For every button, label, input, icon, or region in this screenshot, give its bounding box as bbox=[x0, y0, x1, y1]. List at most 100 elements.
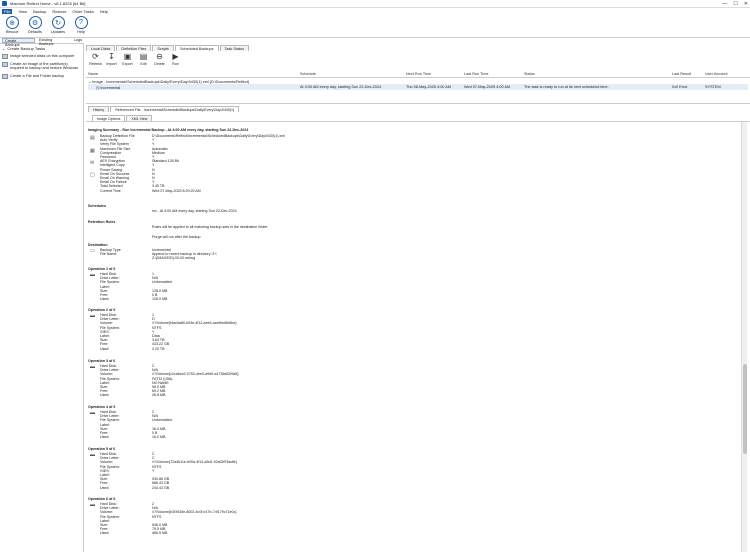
column-last-run[interactable]: Last Run Time bbox=[464, 72, 488, 76]
rescue-button[interactable]: ⊕ Rescue bbox=[2, 16, 22, 37]
delete-label: Delete bbox=[154, 62, 165, 66]
disk-icon bbox=[2, 54, 8, 59]
operation-field-value: Unformatted bbox=[152, 418, 172, 423]
destination-icon: ▭ bbox=[90, 248, 95, 254]
tab-task-status[interactable]: Task Status bbox=[219, 45, 250, 51]
operation-field-value: Y bbox=[152, 468, 155, 473]
menu-backup[interactable]: Backup bbox=[33, 9, 46, 14]
hard-disk-icon: ▬ bbox=[90, 410, 95, 416]
maximize-button[interactable]: ☐ bbox=[733, 1, 737, 7]
scrollbar-thumb[interactable] bbox=[743, 364, 747, 454]
option-value: Wed 07-May-2025 8:29:25 AM bbox=[152, 188, 201, 193]
tab-scheduled-backups[interactable]: Scheduled Backups bbox=[174, 45, 219, 51]
operation-title: Operation 4 of 6 bbox=[88, 405, 116, 409]
operation-field-key: Used: bbox=[100, 435, 110, 440]
column-last-result[interactable]: Last Result bbox=[672, 72, 691, 76]
operation-field-key: Used: bbox=[100, 531, 110, 536]
destination-key: File Name bbox=[100, 252, 117, 257]
run-button[interactable]: ▶ Run bbox=[168, 52, 183, 72]
imaging-summary: Imaging Summary - Run Incremental Backup… bbox=[86, 122, 740, 552]
export-label: Export bbox=[122, 62, 133, 66]
menu-file[interactable]: File bbox=[2, 9, 13, 14]
edit-icon: ▤ bbox=[139, 52, 148, 61]
minimize-button[interactable]: — bbox=[722, 1, 727, 7]
header-divider bbox=[86, 77, 750, 78]
tab-referenced-file[interactable]: Referenced File - Incremental\ScheduledB… bbox=[110, 106, 240, 112]
collapse-icon[interactable]: ⌄ bbox=[2, 46, 5, 51]
tab-history[interactable]: History bbox=[88, 106, 110, 112]
option-key: Current Time bbox=[100, 188, 121, 193]
destination-title: Destination bbox=[88, 243, 108, 247]
task-file-folder-backup[interactable]: Create a File and Folder backup bbox=[2, 73, 81, 79]
hard-disk-icon: ▬ bbox=[90, 313, 95, 319]
tab-definition-files[interactable]: Definition Files bbox=[116, 45, 152, 51]
hard-disk-icon: ▬ bbox=[90, 364, 95, 370]
operation-field-value: 244.43 GB bbox=[152, 485, 170, 490]
menu-help[interactable]: Help bbox=[100, 9, 108, 14]
import-label: Import bbox=[106, 62, 117, 66]
menu-restore[interactable]: Restore bbox=[52, 9, 66, 14]
help-button[interactable]: ? Help bbox=[71, 16, 91, 37]
run-icon: ▶ bbox=[172, 52, 179, 61]
tab-scripts[interactable]: Scripts bbox=[152, 45, 174, 51]
hard-disk-icon: ▬ bbox=[90, 452, 95, 458]
operation-field-value: 16.0 MB bbox=[152, 435, 166, 440]
operation-field-value: 466.5 MB bbox=[152, 531, 168, 536]
help-label: Help bbox=[77, 30, 85, 34]
tab-local-disks[interactable]: Local Disks bbox=[86, 45, 116, 51]
export-button[interactable]: ▣ Export bbox=[120, 52, 135, 72]
task-image-selected-disks[interactable]: Image selected disks on this computer bbox=[2, 54, 81, 59]
refresh-icon: ⟳ bbox=[92, 52, 99, 61]
windows-disk-icon bbox=[2, 62, 8, 67]
operation-field-key: Used: bbox=[100, 485, 110, 490]
retention-title: Retention Rules bbox=[88, 220, 116, 224]
operation-field-value: \\?\Volume{b3f3935e-8002-4c0f-b17b-74f17… bbox=[152, 510, 237, 515]
splitter[interactable] bbox=[86, 103, 750, 104]
column-next-run[interactable]: Next Run Time bbox=[406, 72, 431, 76]
delete-button[interactable]: ⊖ Delete bbox=[152, 52, 167, 72]
help-icon: ? bbox=[74, 16, 88, 29]
operation-field-value: \\?\Volume{f4ac6a80-b09e-4f12-aee5-cea9b… bbox=[152, 321, 237, 326]
task-label: Create an image of the partition(s) requ… bbox=[10, 62, 79, 71]
column-name[interactable]: Name bbox=[88, 72, 98, 76]
retention-rule-2: Purge will run after the backup bbox=[152, 235, 201, 239]
tab-create-backups[interactable]: Create Backups bbox=[2, 38, 35, 47]
task-image-windows[interactable]: Create an image of the partition(s) requ… bbox=[2, 62, 81, 71]
schedule-row-next: Thu 08-May-2025 4:00 AM bbox=[406, 85, 451, 89]
lock-icon: ▦ bbox=[90, 148, 95, 154]
operation-title: Operation 1 of 6 bbox=[88, 267, 116, 271]
menu-view[interactable]: View bbox=[18, 9, 27, 14]
destination-value: Z:\{IMAGEID}-00-00.mrimg bbox=[152, 256, 196, 261]
column-status[interactable]: Status bbox=[524, 72, 535, 76]
hard-disk-icon: ▬ bbox=[90, 272, 95, 278]
menu-bar: File View Backup Restore Other Tasks Hel… bbox=[0, 8, 750, 15]
updates-button[interactable]: ↻ Updates bbox=[48, 16, 68, 37]
updates-label: Updates bbox=[50, 30, 66, 34]
operation-field-value: 3.20 TB bbox=[152, 346, 165, 351]
menu-other-tasks[interactable]: Other Tasks bbox=[72, 9, 93, 14]
summary-heading: Imaging Summary - Run Incremental Backup… bbox=[88, 128, 249, 132]
document-icon: ▤ bbox=[90, 135, 95, 141]
schedule-row-name[interactable]: ◷ Incremental bbox=[96, 85, 120, 90]
schedule-row-account: SYSTEM bbox=[705, 85, 721, 89]
tab-existing-backups[interactable]: Existing Backups bbox=[37, 38, 70, 46]
operation-title: Operation 5 of 6 bbox=[88, 447, 116, 451]
main-tabs: Local Disks Definition Files Scripts Sch… bbox=[86, 45, 250, 51]
refresh-button[interactable]: ⟳ Refresh bbox=[88, 52, 103, 72]
folder-icon bbox=[2, 73, 8, 79]
run-label: Run bbox=[172, 62, 179, 66]
close-button[interactable]: ✕ bbox=[744, 1, 748, 7]
tab-logs[interactable]: Logs bbox=[72, 38, 84, 43]
edit-button[interactable]: ▤ Edit bbox=[136, 52, 151, 72]
schedule-row-last: Wed 07-May-2025 4:00 AM bbox=[464, 85, 511, 89]
title-bar: Macrium Reflect Home - v8.1.8325 [64 Bit… bbox=[0, 0, 750, 8]
import-button[interactable]: ↧ Import bbox=[104, 52, 119, 72]
column-schedule[interactable]: Schedule bbox=[300, 72, 316, 76]
vertical-scrollbar[interactable] bbox=[741, 122, 747, 552]
updates-icon: ↻ bbox=[51, 16, 65, 29]
defaults-button[interactable]: ⚙ Defaults bbox=[25, 16, 45, 37]
operation-field-value: 128.0 MB bbox=[152, 297, 168, 302]
task-label: Image selected disks on this computer bbox=[10, 54, 75, 58]
operation-field-key: Used: bbox=[100, 297, 110, 302]
column-user-account[interactable]: User Account bbox=[705, 72, 728, 76]
